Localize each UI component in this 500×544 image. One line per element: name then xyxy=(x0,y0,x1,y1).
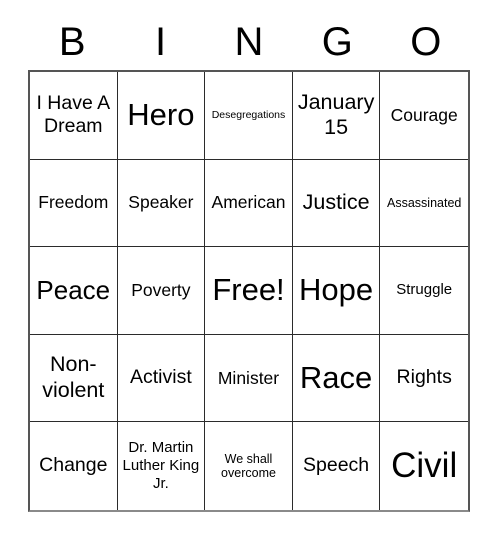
bingo-cell-label: Courage xyxy=(390,104,458,125)
bingo-cell-label: Hope xyxy=(299,272,374,308)
bingo-cell[interactable]: Free! xyxy=(205,247,293,335)
bingo-cell-label: Activist xyxy=(130,366,192,389)
bingo-cell[interactable]: Peace xyxy=(30,247,118,335)
bingo-cell[interactable]: Change xyxy=(30,422,118,510)
bingo-header-letter-n: N xyxy=(234,20,264,64)
bingo-header-letter-o: O xyxy=(410,20,442,64)
bingo-cell-label: Civil xyxy=(391,445,458,485)
bingo-cell-label: Struggle xyxy=(396,281,453,299)
bingo-cell[interactable]: Rights xyxy=(380,334,468,423)
bingo-cell[interactable]: Hope xyxy=(292,247,381,335)
bingo-cell-label: Hero xyxy=(127,97,195,133)
bingo-cell-label: Rights xyxy=(396,366,452,389)
bingo-card: B I N G O I Have A Dream Hero Desegregat… xyxy=(0,0,500,544)
bingo-cell[interactable]: Freedom xyxy=(30,159,118,248)
bingo-cell[interactable]: Assassinated xyxy=(380,159,468,248)
bingo-cell[interactable]: Civil xyxy=(380,422,468,510)
bingo-cell-label: I Have A Dream xyxy=(36,91,111,138)
bingo-cell[interactable]: Justice xyxy=(292,159,381,248)
bingo-cell-label: Justice xyxy=(302,189,370,214)
bingo-cell[interactable]: Poverty xyxy=(117,247,206,335)
bingo-cell[interactable]: Struggle xyxy=(380,247,468,335)
bingo-cell-label: Minister xyxy=(217,367,280,388)
bingo-cell-label: Free! xyxy=(212,272,285,308)
bingo-cell-label: Assassinated xyxy=(387,195,462,210)
bingo-cell-label: Freedom xyxy=(38,192,109,213)
bingo-cell[interactable]: Courage xyxy=(380,72,468,160)
bingo-cell[interactable]: Dr. Martin Luther King Jr. xyxy=(117,422,206,510)
bingo-cell-label: Dr. Martin Luther King Jr. xyxy=(122,439,200,493)
bingo-grid: I Have A Dream Hero Desegregations Janua… xyxy=(28,70,470,512)
bingo-cell-label: Peace xyxy=(36,274,111,305)
bingo-cell-label: Speech xyxy=(303,454,370,477)
bingo-cell[interactable]: American xyxy=(205,159,293,248)
bingo-cell[interactable]: Speech xyxy=(292,422,381,510)
bingo-cell-label: Change xyxy=(39,454,108,477)
bingo-cell-label: Non-violent xyxy=(42,352,105,403)
bingo-header-letter-i: I xyxy=(155,20,167,64)
bingo-cell-label: Speaker xyxy=(128,192,194,213)
bingo-cell-label: American xyxy=(211,192,286,213)
bingo-cell-label: Race xyxy=(299,360,373,396)
bingo-header-letter-g: G xyxy=(321,20,353,64)
bingo-cell[interactable]: Activist xyxy=(117,334,206,423)
bingo-cell[interactable]: Desegregations xyxy=(205,72,293,160)
bingo-cell-label: January 15 xyxy=(297,89,375,140)
bingo-cell[interactable]: We shall overcome xyxy=(205,422,293,510)
bingo-cell-label: Poverty xyxy=(131,279,191,300)
bingo-cell[interactable]: Minister xyxy=(205,334,293,423)
bingo-header-row: B I N G O xyxy=(28,14,470,70)
bingo-header-letter-b: B xyxy=(58,20,86,64)
bingo-cell[interactable]: January 15 xyxy=(292,72,381,160)
bingo-cell-label: We shall overcome xyxy=(221,451,276,481)
bingo-cell-label: Desegregations xyxy=(211,109,286,122)
bingo-cell[interactable]: Non-violent xyxy=(30,334,118,423)
bingo-cell[interactable]: Race xyxy=(292,334,381,423)
bingo-cell[interactable]: Hero xyxy=(117,72,206,160)
bingo-cell[interactable]: I Have A Dream xyxy=(30,72,118,160)
bingo-cell[interactable]: Speaker xyxy=(117,159,206,248)
